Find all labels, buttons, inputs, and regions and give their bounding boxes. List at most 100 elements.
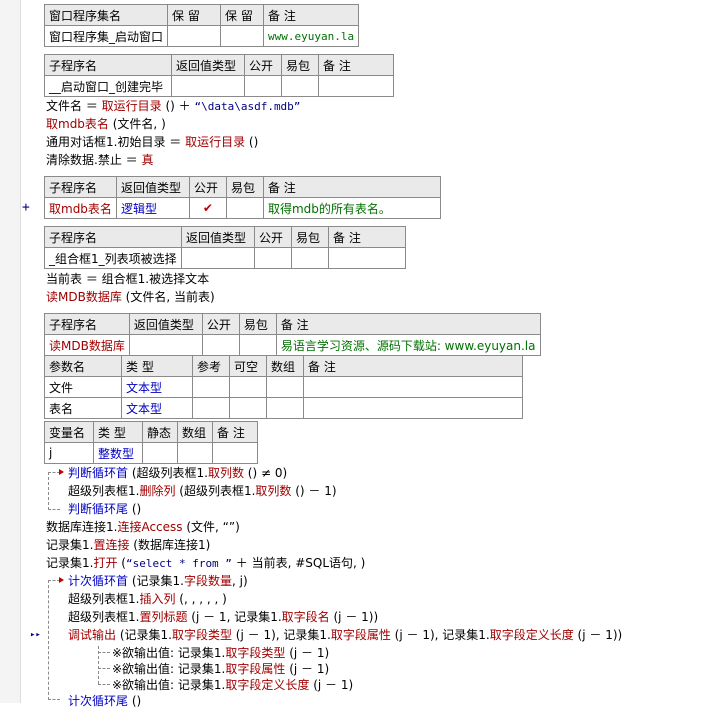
header-sub-name: 子程序名: [44, 226, 182, 248]
param-type[interactable]: 文本型: [121, 376, 193, 398]
code-line[interactable]: 计次循环首 (记录集1.字段数量, j): [68, 572, 248, 590]
subprogram-table-3: 子程序名 返回值类型 公开 易包 备 注 _组合框1_列表项被选择: [44, 226, 406, 269]
debug-guide-line: [98, 652, 110, 653]
code-line[interactable]: 通用对话框1.初始目录 ＝ 取运行目录 (): [46, 133, 258, 151]
program-set-note[interactable]: www.eyuyan.la: [263, 25, 360, 47]
sub-name[interactable]: 取mdb表名: [44, 197, 117, 219]
var-name[interactable]: j: [44, 442, 94, 464]
header-sub-name: 子程序名: [44, 54, 172, 76]
note-cell[interactable]: [303, 397, 523, 419]
header-public: 公开: [254, 226, 292, 248]
header-array: 数组: [177, 421, 213, 443]
return-type-cell[interactable]: [181, 247, 255, 269]
code-line[interactable]: 调试输出 (记录集1.取字段类型 (j － 1), 记录集1.取字段属性 (j …: [68, 626, 622, 644]
static-cell[interactable]: [142, 442, 178, 464]
loop-guide-line: [48, 509, 60, 510]
param-name[interactable]: 表名: [44, 397, 122, 419]
header-array: 数组: [266, 355, 304, 377]
return-type-cell[interactable]: [128, 334, 203, 356]
return-type-cell[interactable]: [171, 75, 245, 97]
array-cell[interactable]: [266, 376, 304, 398]
code-line[interactable]: 清除数据.禁止 ＝ 真: [46, 151, 153, 169]
header-var-name: 变量名: [44, 421, 94, 443]
subprogram-table-4: 子程序名 返回值类型 公开 易包 备 注 读MDB数据库 易语言学习资源、源码下…: [44, 313, 541, 356]
sub-name[interactable]: _组合框1_列表项被选择: [44, 247, 182, 269]
code-line[interactable]: 当前表 ＝ 组合框1.被选择文本: [46, 270, 209, 288]
nullable-cell[interactable]: [229, 376, 267, 398]
sub-note[interactable]: 取得mdb的所有表名。: [262, 197, 441, 219]
nullable-cell[interactable]: [229, 397, 267, 419]
code-line[interactable]: 文件名 ＝ 取运行目录 () ＋ “\data\asdf.mdb”: [46, 97, 300, 115]
note-cell[interactable]: [303, 376, 523, 398]
header-reserved-1: 保 留: [167, 4, 222, 26]
public-cell[interactable]: [254, 247, 292, 269]
loop-guide-line: [48, 580, 49, 700]
header-note: 备 注: [212, 421, 258, 443]
subprogram-table-1: 子程序名 返回值类型 公开 易包 备 注 __启动窗口_创建完毕: [44, 54, 394, 97]
note-cell[interactable]: [212, 442, 258, 464]
reference-cell[interactable]: [192, 376, 230, 398]
header-note: 备 注: [262, 176, 441, 198]
return-type[interactable]: 逻辑型: [115, 197, 190, 219]
header-epkg: 易包: [225, 176, 264, 198]
variable-table: 变量名 类 型 静态 数组 备 注 j 整数型: [44, 421, 258, 464]
loop-guide-line: [48, 699, 60, 700]
table-row: j 整数型: [44, 442, 258, 464]
code-line[interactable]: 记录集1.打开 (“select * from ” ＋ 当前表, #SQL语句,…: [46, 554, 365, 572]
code-line[interactable]: 数据库连接1.连接Access (文件, “”): [46, 518, 240, 536]
array-cell[interactable]: [177, 442, 213, 464]
param-type[interactable]: 文本型: [121, 397, 193, 419]
header-static: 静态: [142, 421, 178, 443]
epkg-cell[interactable]: [281, 75, 319, 97]
program-set-name[interactable]: 窗口程序集_启动窗口: [43, 25, 169, 47]
reference-cell[interactable]: [192, 397, 230, 419]
header-public: 公开: [244, 54, 282, 76]
loop-guide-line: [48, 472, 49, 510]
program-set-table: 窗口程序集名 保 留 保 留 备 注 窗口程序集_启动窗口 www.eyuyan…: [43, 4, 360, 47]
code-line[interactable]: 超级列表框1.插入列 (, , , , , ): [68, 590, 227, 608]
table-row: 文件 文本型: [44, 376, 523, 398]
var-type[interactable]: 整数型: [93, 442, 143, 464]
header-note: 备 注: [328, 226, 406, 248]
code-line[interactable]: 计次循环尾 (): [68, 692, 141, 710]
reserved-cell-1[interactable]: [167, 25, 222, 47]
param-name[interactable]: 文件: [44, 376, 122, 398]
public-cell[interactable]: [244, 75, 282, 97]
sub-name[interactable]: 读MDB数据库: [44, 334, 130, 356]
code-line[interactable]: 取mdb表名 (文件名, ): [46, 115, 166, 133]
expand-plus-icon[interactable]: +: [22, 200, 30, 215]
header-public: 公开: [188, 176, 227, 198]
public-check-icon[interactable]: ✔: [188, 197, 227, 219]
epkg-cell[interactable]: [225, 197, 264, 219]
epkg-cell[interactable]: [238, 334, 277, 356]
code-line[interactable]: 判断循环首 (超级列表框1.取列数 () ≠ 0): [68, 464, 287, 482]
header-note: 备 注: [318, 54, 394, 76]
header-epkg: 易包: [291, 226, 329, 248]
parameter-table: 参数名 类 型 参考 可空 数组 备 注 文件 文本型 表名 文本型: [44, 355, 523, 419]
code-line[interactable]: 判断循环尾 (): [68, 500, 141, 518]
header-param-name: 参数名: [44, 355, 122, 377]
header-reserved-2: 保 留: [220, 4, 265, 26]
header-note: 备 注: [275, 313, 541, 335]
public-cell[interactable]: [201, 334, 240, 356]
reserved-cell-2[interactable]: [220, 25, 265, 47]
code-line[interactable]: 超级列表框1.置列标题 (j － 1, 记录集1.取字段名 (j － 1)): [68, 608, 378, 626]
debug-guide-line: [98, 668, 110, 669]
header-note: 备 注: [263, 4, 360, 26]
sub-name[interactable]: __启动窗口_创建完毕: [44, 75, 172, 97]
loop-arrow-icon: [59, 577, 64, 583]
subprogram-table-2: 子程序名 返回值类型 公开 易包 备 注 取mdb表名 逻辑型 ✔ 取得mdb的…: [44, 176, 441, 219]
code-line[interactable]: 超级列表框1.删除列 (超级列表框1.取列数 () － 1): [68, 482, 337, 500]
header-return-type: 返回值类型: [115, 176, 190, 198]
header-program-set-name: 窗口程序集名: [43, 4, 169, 26]
note-cell[interactable]: [318, 75, 394, 97]
line-gutter[interactable]: [0, 0, 21, 703]
sub-note[interactable]: 易语言学习资源、源码下载站: www.eyuyan.la: [275, 334, 541, 356]
array-cell[interactable]: [266, 397, 304, 419]
note-cell[interactable]: [328, 247, 406, 269]
code-line[interactable]: ※欲输出值: 记录集1.取字段定义长度 (j － 1): [112, 676, 353, 694]
code-line[interactable]: 记录集1.置连接 (数据库连接1): [46, 536, 210, 554]
loop-arrow-icon: [59, 469, 64, 475]
code-line[interactable]: 读MDB数据库 (文件名, 当前表): [46, 288, 215, 306]
epkg-cell[interactable]: [291, 247, 329, 269]
